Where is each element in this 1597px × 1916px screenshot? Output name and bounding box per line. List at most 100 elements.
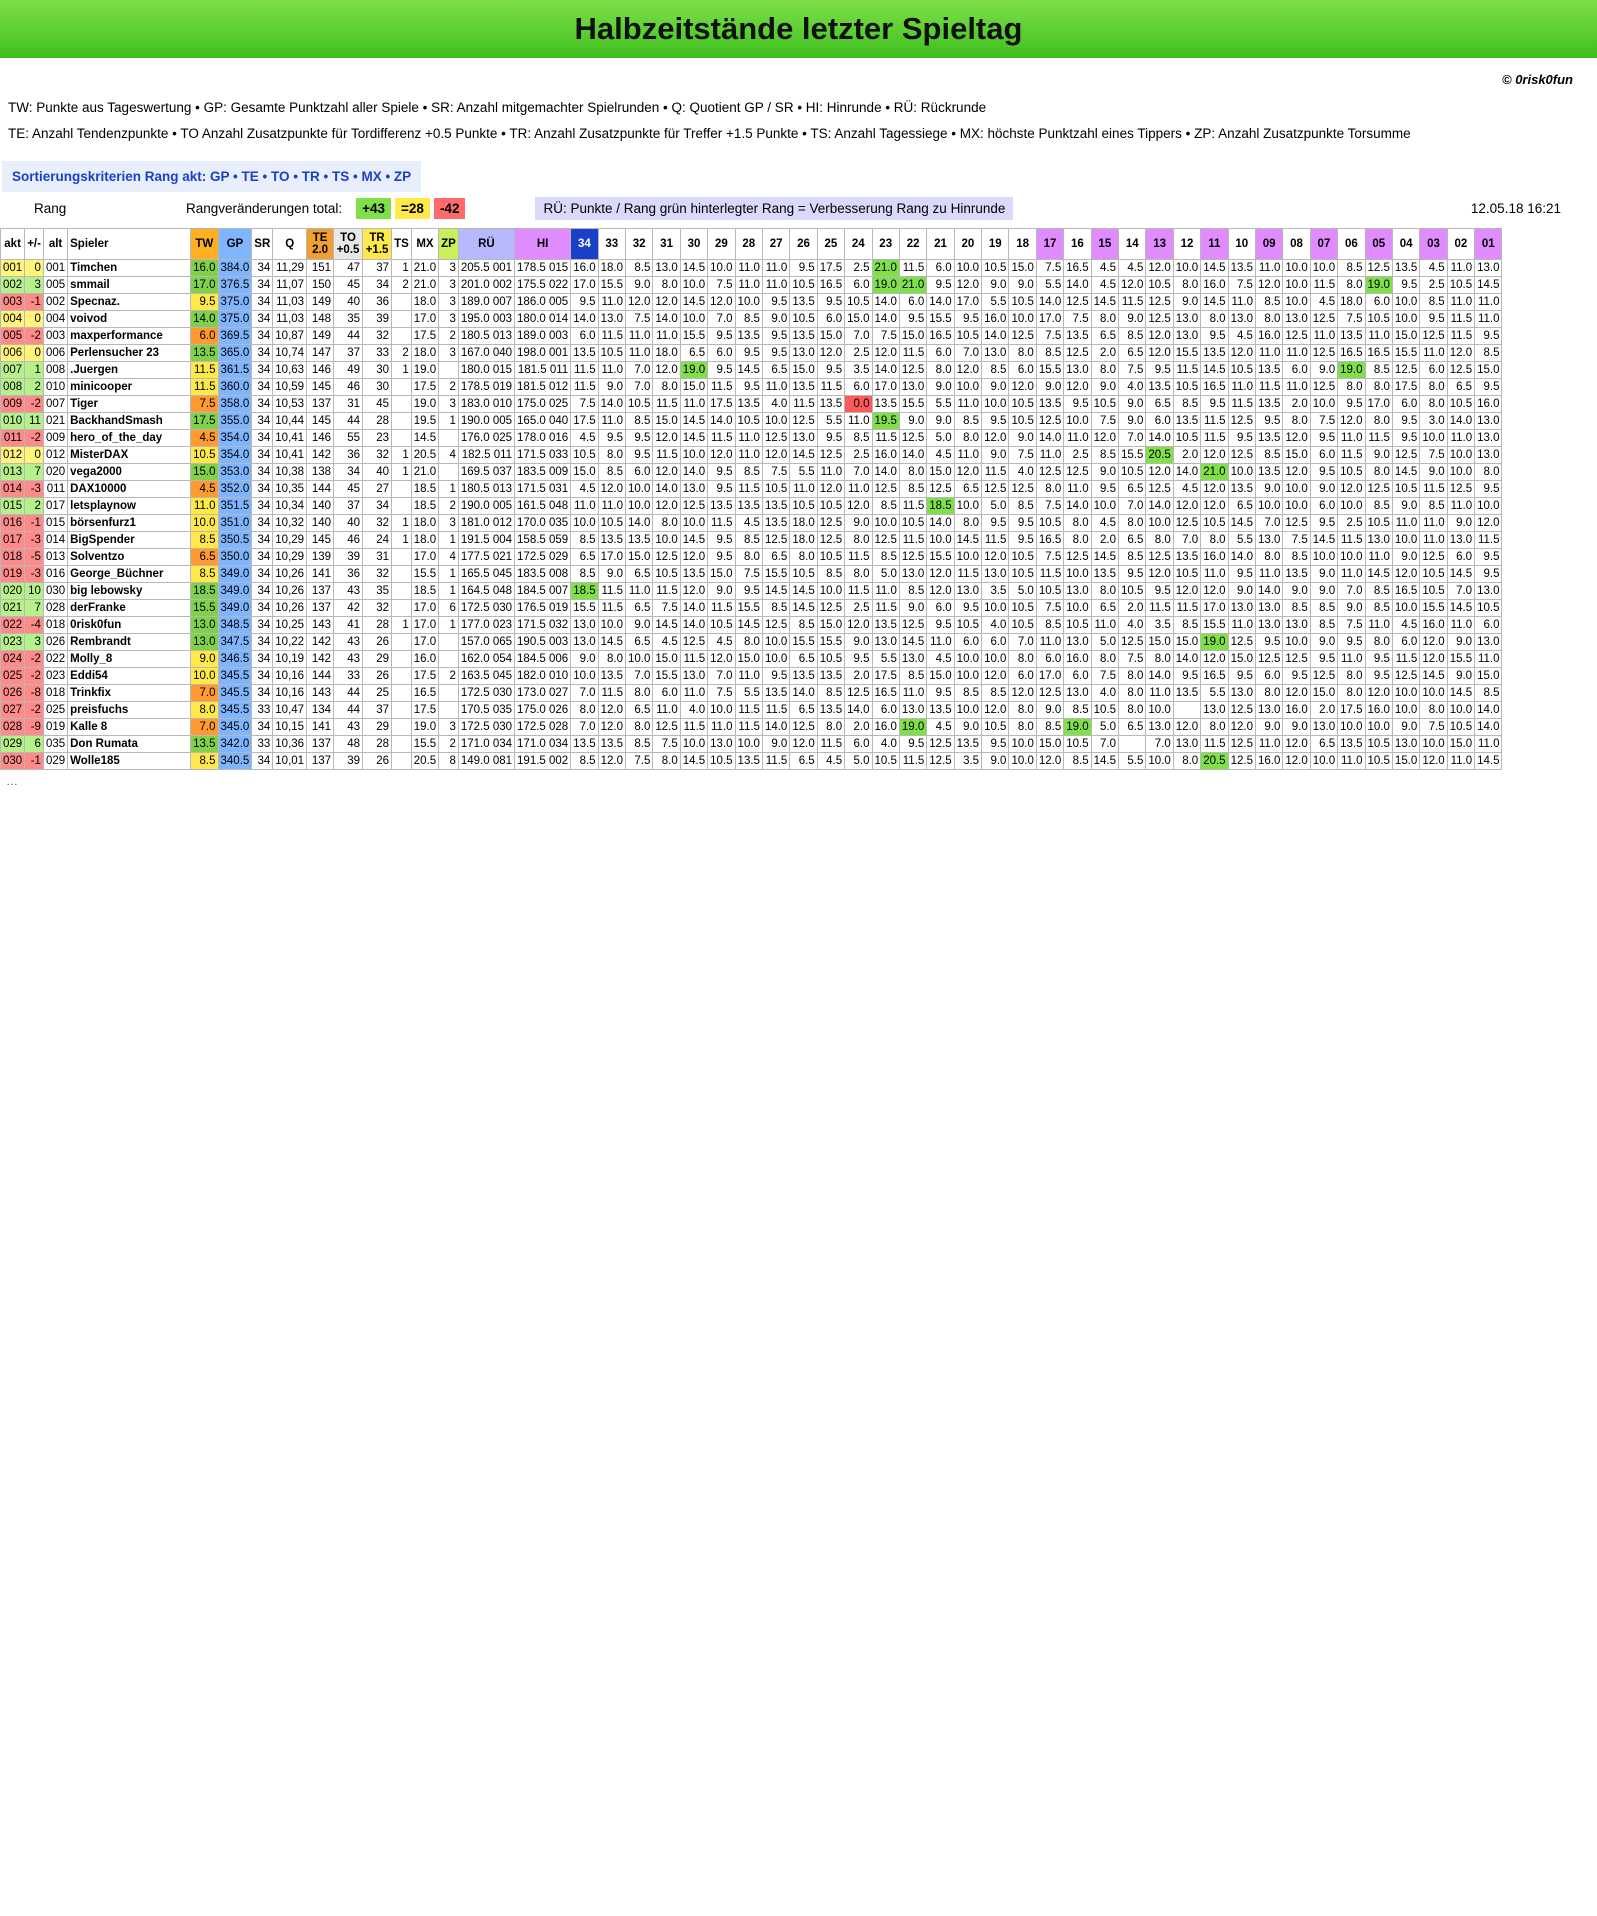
col-mx[interactable]: MX [410,228,440,260]
col-round-16[interactable]: 16 [1063,228,1092,260]
col-round-31[interactable]: 31 [652,228,681,260]
col-round-20[interactable]: 20 [953,228,983,260]
table-row[interactable]: 015 2 017 letsplaynow 11.0 351.5 34 10,34 140 37 3… [0,497,1503,515]
table-row[interactable]: 022 -4 018 0risk0fun 13.0 348.5 34 10,25 143 41 28… [0,616,1503,634]
cell-round-21: 12.5 [926,480,955,498]
col-round-02[interactable]: 02 [1446,228,1476,260]
table-row[interactable]: 007 1 008 .Juergen 11.5 361.5 34 10,63 146 49 30 1 1… [0,361,1503,379]
table-row[interactable]: 016 -1 015 börsenfurz1 10.0 351.0 34 10,32 140 40… [0,514,1503,532]
cell-round-20: 13.0 [953,582,983,600]
col-q[interactable]: Q [272,228,308,260]
col-round-33[interactable]: 33 [597,228,626,260]
table-row[interactable]: 018 -5 013 Solventzo 6.5 350.0 34 10,29 139 39 31 1… [0,548,1503,566]
table-row[interactable]: 008 2 010 minicooper 11.5 360.0 34 10,59 145 46 30… [0,378,1503,396]
cell-round-13: 3.5 [1145,616,1174,634]
col-tw[interactable]: TW [190,228,219,260]
cell-round-34: 11.5 [570,361,599,379]
col-round-27[interactable]: 27 [761,228,791,260]
col-round-32[interactable]: 32 [624,228,654,260]
table-row[interactable]: 012 0 012 MisterDAX 10.5 354.0 34 10,41 142 36 32 1… [0,446,1503,464]
col-round-30[interactable]: 30 [679,228,709,260]
timestamp: 12.05.18 16:21 [1470,200,1561,216]
table-row[interactable]: 023 3 026 Rembrandt 13.0 347.5 34 10,22 142 43 26 1… [0,633,1503,651]
col-round-25[interactable]: 25 [816,228,846,260]
cell-round-34: 4.5 [570,429,599,447]
cell-round-20: 8.0 [953,429,983,447]
table-row[interactable]: 021 7 028 derFranke 15.5 349.0 34 10,26 137 42 32 1… [0,599,1503,617]
col-zp[interactable]: ZP [438,228,459,260]
table-row[interactable]: 013 7 020 vega2000 15.0 353.0 34 10,38 138 34 40 1 2… [0,463,1503,481]
col-sr[interactable]: SR [251,228,274,260]
cell-round-21: 6.0 [926,599,955,617]
table-row[interactable]: 019 -3 016 George_Büchner 8.5 349.0 34 10,26 141… [0,565,1503,583]
table-row[interactable]: 010 11 021 BackhandSmash 17.5 355.0 34 10,44 145… [0,412,1503,430]
table-row[interactable]: 014 -3 011 DAX10000 4.5 352.0 34 10,35 144 45 27 18… [0,480,1503,498]
col-round-23[interactable]: 23 [871,228,900,260]
cell-round-26: 13.5 [789,667,818,685]
col-spieler[interactable]: Spieler [67,228,192,260]
col-round-19[interactable]: 19 [981,228,1010,260]
col-hi[interactable]: HI [514,228,572,260]
table-row[interactable]: 029 6 035 Don Rumata 13.5 342.0 33 10,36 137 48 28… [0,735,1503,753]
table-row[interactable]: 009 -2 007 Tiger 7.5 358.0 34 10,53 137 31 45 19.0 3… [0,395,1503,413]
table-row[interactable]: 006 0 006 Perlensucher 23 13.5 365.0 34 10,74 14… [0,344,1503,362]
table-row[interactable]: 026 -8 018 Trinkfix 7.0 345.5 34 10,16 143 44 25 16… [0,684,1503,702]
table-row[interactable]: 005 -2 003 maxperformance 6.0 369.5 34 10,87 149… [0,327,1503,345]
table-row[interactable]: 004 0 004 voivod 14.0 375.0 34 11,03 148 35 39 17.0… [0,310,1503,328]
col-round-12[interactable]: 12 [1172,228,1202,260]
cell-round-01: 9.5 [1474,327,1503,345]
col-tr[interactable]: TR +1.5 [362,228,393,260]
col-round-26[interactable]: 26 [789,228,818,260]
col-round-10[interactable]: 10 [1227,228,1256,260]
cell-name: maxperformance [67,327,192,345]
cell-round-21: 18.5 [926,497,955,515]
col-round-29[interactable]: 29 [707,228,736,260]
col-round-21[interactable]: 21 [926,228,955,260]
col-round-15[interactable]: 15 [1090,228,1120,260]
col-round-07[interactable]: 07 [1309,228,1339,260]
col-round-28[interactable]: 28 [734,228,763,260]
table-row[interactable]: 001 0 001 Timchen 16.0 384.0 34 11,29 151 47 37 1 21… [0,259,1503,277]
cell-round-08: 13.0 [1282,616,1311,634]
cell-tw: 6.5 [190,548,219,566]
cell-round-28: 14.5 [734,361,763,379]
cell-round-08: 6.0 [1282,361,1311,379]
table-row[interactable]: 030 -1 029 Wolle185 8.5 340.5 34 10,01 137 39 26 20… [0,752,1503,770]
col-round-09[interactable]: 09 [1254,228,1284,260]
col-round-11[interactable]: 11 [1200,228,1229,260]
col-akt[interactable]: akt [0,228,26,260]
table-row[interactable]: 028 -9 019 Kalle 8 7.0 345.0 34 10,15 141 43 29 19.… [0,718,1503,736]
cell-round-29: 11.0 [707,718,736,736]
table-row[interactable]: 011 -2 009 hero_of_the_day 4.5 354.0 34 10,41 14… [0,429,1503,447]
cell-round-30: 19.0 [679,361,709,379]
col-round-22[interactable]: 22 [898,228,928,260]
col-alt[interactable]: alt [42,228,69,260]
rank-up-badge: +43 [356,197,392,219]
table-row[interactable]: 017 -3 014 BigSpender 8.5 350.5 34 10,29 145 46 24… [0,531,1503,549]
col-round-34[interactable]: 34 [570,228,599,260]
col-round-13[interactable]: 13 [1145,228,1174,260]
col-diff[interactable]: +/- [24,228,44,260]
cell-round-33: 11.0 [597,361,626,379]
col-round-06[interactable]: 06 [1337,228,1366,260]
col-round-05[interactable]: 05 [1364,228,1393,260]
table-row[interactable]: 024 -2 022 Molly_8 9.0 346.5 34 10,19 142 43 29 16.… [0,650,1503,668]
col-ts[interactable]: TS [391,228,412,260]
table-row[interactable]: 003 -1 002 Specnaz. 9.5 375.0 34 11,03 149 40 36 18… [0,293,1503,311]
table-row[interactable]: 020 10 030 big lebowsky 18.5 349.0 34 10,26 137 4… [0,582,1503,600]
col-round-24[interactable]: 24 [844,228,873,260]
col-round-04[interactable]: 04 [1391,228,1421,260]
col-round-01[interactable]: 01 [1474,228,1503,260]
col-round-08[interactable]: 08 [1282,228,1311,260]
col-gp[interactable]: GP [217,228,253,260]
col-round-14[interactable]: 14 [1118,228,1147,260]
table-row[interactable]: 027 -2 025 preisfuchs 8.0 345.5 33 10,47 134 44 37… [0,701,1503,719]
col-round-18[interactable]: 18 [1008,228,1037,260]
col-ru[interactable]: RÜ [457,228,516,260]
col-te[interactable]: TE 2.0 [306,228,335,260]
col-to[interactable]: TO +0.5 [333,228,364,260]
table-row[interactable]: 025 -2 023 Eddi54 10.0 345.5 34 10,16 144 33 26 17.… [0,667,1503,685]
col-round-03[interactable]: 03 [1419,228,1448,260]
table-row[interactable]: 002 3 005 smmail 17.0 376.5 34 11,07 150 45 34 2 21.… [0,276,1503,294]
col-round-17[interactable]: 17 [1035,228,1065,260]
